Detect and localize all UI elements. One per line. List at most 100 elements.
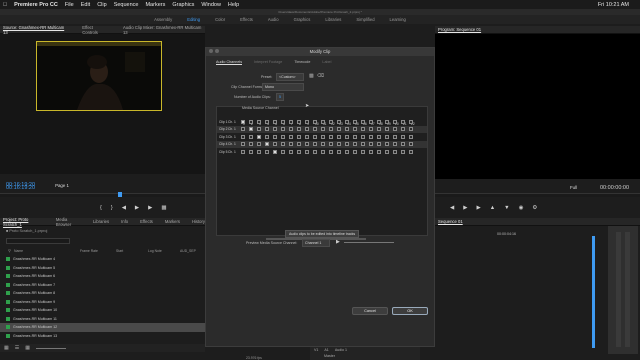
col-start[interactable]: Start (116, 249, 148, 253)
channel-checkbox[interactable] (312, 149, 318, 154)
channel-checkbox[interactable] (241, 149, 246, 154)
channel-checkbox[interactable] (312, 119, 318, 124)
tab-history[interactable]: History (192, 219, 205, 224)
workspace-audio[interactable]: Audio (268, 17, 279, 22)
channel-checkbox[interactable] (360, 142, 366, 147)
channel-checkbox[interactable] (264, 127, 270, 132)
channel-checkbox[interactable] (288, 134, 294, 139)
channel-checkbox[interactable] (241, 142, 246, 147)
channel-checkbox[interactable] (256, 142, 262, 147)
prog-camera-icon[interactable]: ◉ (519, 205, 524, 211)
channel-checkbox[interactable] (241, 119, 246, 124)
channel-checkbox[interactable] (368, 142, 374, 147)
channel-checkbox[interactable] (304, 149, 310, 154)
cancel-button[interactable]: Cancel (352, 307, 388, 315)
channel-checkbox[interactable] (288, 149, 294, 154)
prog-settings-icon[interactable]: ⚙ (532, 205, 537, 211)
project-search-input[interactable]: ⚲ (6, 238, 70, 253)
channel-checkbox[interactable] (384, 119, 390, 124)
minimize-icon[interactable] (215, 49, 219, 53)
preview-channel-dropdown[interactable]: Channel 1 (302, 239, 330, 247)
channel-checkbox[interactable] (400, 119, 406, 124)
channel-checkbox[interactable] (248, 142, 254, 147)
channel-checkbox[interactable] (336, 149, 342, 154)
timeline-playhead[interactable] (592, 236, 595, 348)
app-menu[interactable]: Premiere Pro CC (14, 2, 58, 8)
channel-checkbox[interactable] (264, 142, 270, 147)
prog-lift-icon[interactable]: ▲ (490, 205, 495, 211)
num-clips-value[interactable]: 5 (276, 93, 284, 101)
channel-checkbox[interactable] (280, 119, 286, 124)
channel-checkbox[interactable] (296, 149, 302, 154)
channel-checkbox[interactable] (272, 127, 278, 132)
channel-checkbox[interactable] (408, 134, 414, 139)
channel-checkbox[interactable] (288, 142, 294, 147)
channel-checkbox[interactable] (320, 142, 326, 147)
lock-icon[interactable]: ▦ (4, 345, 9, 351)
channel-checkbox[interactable] (344, 119, 350, 124)
col-name[interactable]: Name (14, 249, 80, 253)
channel-checkbox[interactable] (288, 119, 294, 124)
workspace-assembly[interactable]: Assembly (154, 17, 172, 22)
workspace-graphics[interactable]: Graphics (294, 17, 311, 22)
prog-play-icon[interactable]: ▶ (463, 205, 467, 211)
channel-checkbox[interactable] (312, 134, 318, 139)
channel-checkbox[interactable] (328, 134, 334, 139)
channel-checkbox[interactable] (336, 142, 342, 147)
channel-checkbox[interactable] (392, 142, 398, 147)
channel-checkbox[interactable] (264, 119, 270, 124)
step-back-icon[interactable]: ◀ (122, 205, 126, 211)
program-time-ruler[interactable] (435, 193, 640, 197)
channel-checkbox[interactable] (264, 134, 270, 139)
list-item-selected[interactable]: Gnashmex-RR Multicam 12 (0, 323, 205, 332)
list-view-icon[interactable]: ☰ (15, 345, 19, 351)
tab-label[interactable]: Label (322, 60, 331, 65)
workspace-learning[interactable]: Learning (390, 17, 406, 22)
channel-checkbox[interactable] (408, 127, 414, 132)
menu-file[interactable]: File (65, 2, 74, 8)
format-dropdown[interactable]: Mono (262, 83, 304, 91)
channel-checkbox[interactable] (408, 142, 414, 147)
channel-checkbox[interactable] (328, 127, 334, 132)
channel-checkbox[interactable] (392, 119, 398, 124)
channel-checkbox[interactable] (272, 134, 278, 139)
tab-audio-channels[interactable]: Audio Channels (216, 60, 243, 65)
col-frame-rate[interactable]: Frame Rate (80, 249, 116, 253)
channel-checkbox[interactable] (376, 142, 382, 147)
save-preset-icon[interactable]: ▩ (309, 73, 314, 79)
tab-effects[interactable]: Effects (140, 219, 153, 224)
channel-checkbox[interactable] (272, 149, 278, 154)
workspace-libraries[interactable]: Libraries (325, 17, 341, 22)
tab-source[interactable]: Source: Gnashmex-RR Multicam 13 (3, 25, 68, 35)
list-item[interactable]: Gnashmex-RR Multicam 11 (0, 315, 205, 324)
menu-help[interactable]: Help (228, 2, 239, 8)
tab-program[interactable]: Program: Sequence 01 (438, 27, 481, 32)
col-aud-sep[interactable]: AUD_SEP (180, 249, 196, 253)
channel-checkbox[interactable] (304, 134, 310, 139)
channel-checkbox[interactable] (400, 127, 406, 132)
channel-checkbox[interactable] (408, 149, 414, 154)
delete-preset-icon[interactable]: ⌫ (317, 73, 324, 79)
zoom-slider[interactable] (35, 347, 66, 349)
channel-checkbox[interactable] (241, 127, 246, 132)
channel-checkbox[interactable] (248, 149, 254, 154)
channel-checkbox[interactable] (384, 149, 390, 154)
channel-checkbox[interactable] (352, 149, 358, 154)
prog-step-back-icon[interactable]: ◀ (450, 205, 454, 211)
workspace-simplified[interactable]: Simplified (356, 17, 374, 22)
channel-checkbox[interactable] (384, 127, 390, 132)
source-timecode-display[interactable]: 00:16:19:20 (6, 182, 35, 188)
channel-checkbox[interactable] (360, 149, 366, 154)
tab-libraries[interactable]: Libraries (93, 219, 109, 224)
list-item[interactable]: Gnashmex-RR Multicam 6 (0, 272, 205, 281)
channel-checkbox[interactable] (368, 134, 374, 139)
tab-info[interactable]: Info (121, 219, 128, 224)
workspace-editing[interactable]: Editing (187, 17, 200, 22)
source-page-select[interactable]: Page 1 (55, 183, 69, 188)
channel-checkbox[interactable] (328, 149, 334, 154)
channel-checkbox[interactable] (344, 127, 350, 132)
source-time-ruler[interactable] (0, 192, 205, 197)
workspace-color[interactable]: Color (215, 17, 225, 22)
channel-checkbox[interactable] (360, 127, 366, 132)
channel-checkbox[interactable] (384, 142, 390, 147)
